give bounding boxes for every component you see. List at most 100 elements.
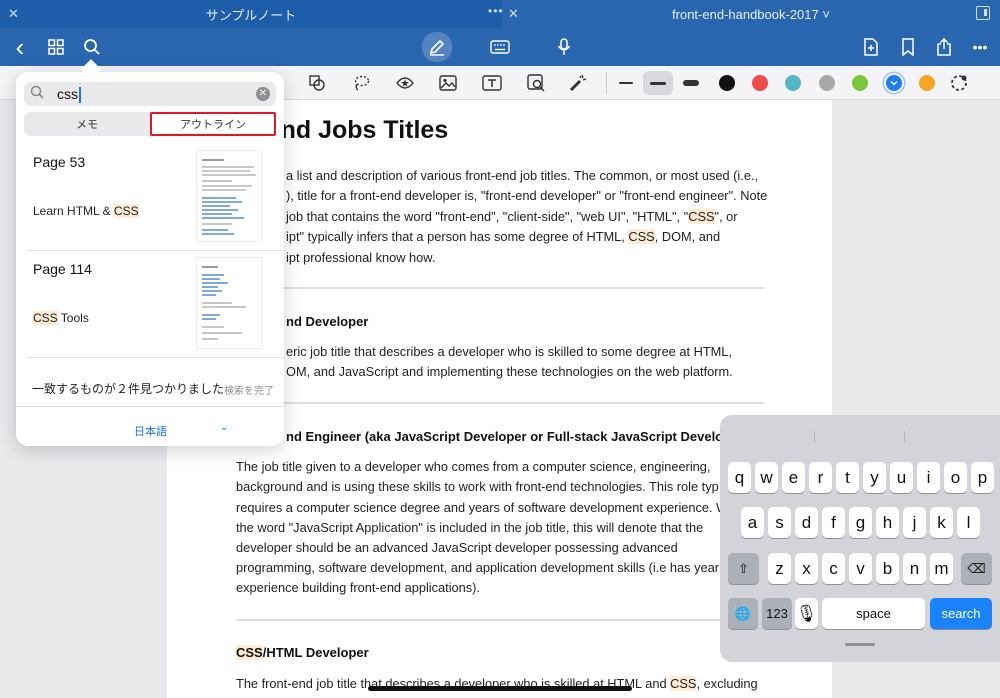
sticker-tool-icon[interactable] [394,72,416,94]
result-snippet: Learn HTML & CSS [33,204,139,218]
key-o[interactable]: o [944,462,967,493]
stroke-medium-button[interactable] [643,71,673,95]
chevron-down-icon[interactable]: ⌄ [220,422,228,433]
divider [236,287,764,289]
keyboard-drag-handle[interactable] [845,643,875,646]
key-w[interactable]: w [755,462,778,493]
shape-tool-icon[interactable] [306,72,328,94]
key-b[interactable]: b [876,553,899,584]
laser-pointer-icon[interactable] [567,72,589,94]
key-e[interactable]: e [782,462,805,493]
more-icon[interactable]: ••• [966,34,994,60]
search-icon[interactable] [78,34,106,60]
key-m[interactable]: m [930,553,953,584]
eng-line-2: background and is using these skills to … [236,479,719,494]
search-query-text: css [57,86,81,104]
key-k[interactable]: k [930,507,953,538]
space-key[interactable]: space [822,598,925,629]
key-c[interactable]: c [822,553,845,584]
eng-line-4: the word "JavaScript Application" is inc… [236,520,704,535]
textbox-tool-icon[interactable] [481,72,503,94]
intro-line-1: a list and description of various front-… [286,168,759,183]
image-tool-icon[interactable] [437,72,459,94]
main-toolbar: ‹ ••• [0,28,1000,66]
search-result-item[interactable]: Page 114 CSS Tools [28,253,272,357]
grid-icon[interactable] [42,34,70,60]
key-h[interactable]: h [876,507,899,538]
key-s[interactable]: s [768,507,791,538]
color-blue-selected[interactable] [886,75,902,91]
result-divider [28,250,284,251]
key-r[interactable]: r [809,462,832,493]
custom-color-icon[interactable] [948,72,970,94]
key-x[interactable]: x [795,553,818,584]
close-left-window-icon[interactable]: ✕ [8,6,19,22]
color-black[interactable] [719,75,735,91]
dictation-key[interactable]: 🎙 [795,598,818,629]
dev-line-2: OM, and JavaScript and implementing thes… [286,364,733,379]
keyboard-mode-icon[interactable] [486,34,514,60]
key-v[interactable]: v [849,553,872,584]
tab-memo[interactable]: メモ [24,112,150,136]
key-j[interactable]: j [903,507,926,538]
footer-divider [16,406,284,407]
color-orange[interactable] [919,75,935,91]
result-page-number: Page 114 [33,261,92,277]
share-icon[interactable] [930,34,958,60]
divider [236,402,764,404]
clear-search-icon[interactable]: ✕ [256,87,270,101]
key-a[interactable]: a [741,507,764,538]
color-teal[interactable] [785,75,801,91]
stroke-thick-button[interactable] [676,71,706,95]
key-y[interactable]: y [863,462,886,493]
search-input[interactable]: css ✕ [24,82,276,106]
color-green[interactable] [852,75,868,91]
intro-line-5: ipt professional know how. [286,250,436,265]
key-f[interactable]: f [822,507,845,538]
bookmark-icon[interactable] [894,34,922,60]
delete-key[interactable]: ⌫ [961,553,992,584]
key-n[interactable]: n [903,553,926,584]
css-line-1: The front-end job title that describes a… [236,676,758,691]
key-u[interactable]: u [890,462,913,493]
search-key[interactable]: search [930,598,992,629]
close-right-window-icon[interactable]: ✕ [508,6,519,22]
back-icon[interactable]: ‹ [6,32,34,62]
left-window-titlebar: ✕ サンプルノート [0,0,502,28]
key-l[interactable]: l [957,507,980,538]
add-page-icon[interactable] [857,34,885,60]
search-result-item[interactable]: Page 53 Learn HTML & CSS [28,146,272,250]
split-view-icon[interactable] [976,6,990,20]
result-page-thumbnail [196,150,262,242]
color-gray[interactable] [819,75,835,91]
shift-key[interactable]: ⇧ [728,553,759,584]
numbers-key[interactable]: 123 [762,598,792,629]
key-g[interactable]: g [849,507,872,538]
globe-key[interactable]: 🌐 [728,598,758,629]
language-selector[interactable]: 日本語 [134,423,167,439]
finish-search-button[interactable]: 検索を完了 [224,382,274,397]
lasso-tool-icon[interactable] [350,72,372,94]
camera-scan-icon[interactable] [525,72,547,94]
key-z[interactable]: z [768,553,791,584]
microphone-icon[interactable] [550,34,578,60]
dev-line-1: eric job title that describes a develope… [286,344,732,359]
eng-line-6: programming, software development, and a… [236,560,719,575]
keyboard-suggestion-bar [720,415,1000,455]
key-t[interactable]: t [836,462,859,493]
stroke-thin-button[interactable] [611,71,641,95]
key-p[interactable]: p [971,462,994,493]
result-page-number: Page 53 [33,154,86,170]
eng-line-3: requires a computer science degree and y… [236,500,729,515]
multitask-dots-icon[interactable]: ••• [488,4,504,18]
key-d[interactable]: d [795,507,818,538]
color-red[interactable] [752,75,768,91]
pen-mode-icon[interactable] [422,32,452,62]
tab-outline[interactable]: アウトライン [150,112,276,136]
key-q[interactable]: q [728,462,751,493]
eng-line-7: experience building front-end applicatio… [236,580,481,595]
left-window-title: サンプルノート [205,7,297,23]
home-indicator [368,686,632,691]
right-window-title[interactable]: front-end-handbook-2017 ˅ [672,7,830,22]
key-i[interactable]: i [917,462,940,493]
